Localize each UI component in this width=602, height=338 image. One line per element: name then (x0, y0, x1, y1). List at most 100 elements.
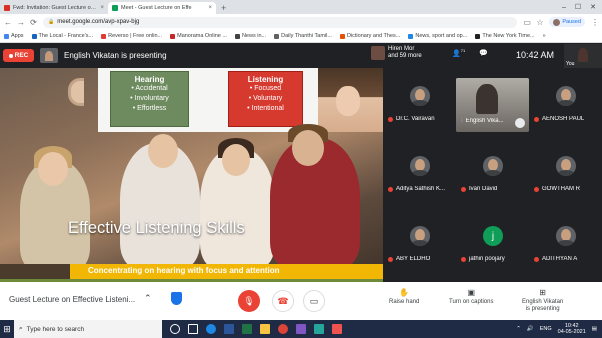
people-icon[interactable]: 👤71 (452, 48, 465, 57)
participant-tile[interactable]: AENOSH PAUL (529, 76, 602, 132)
close-tab-icon[interactable]: × (208, 5, 212, 11)
bookmark-item[interactable]: The New York Time... (475, 33, 535, 39)
window-controls: – ☐ ✕ (562, 0, 602, 14)
app-icon[interactable] (314, 324, 324, 334)
bookmark-label: News, sport and op... (415, 33, 468, 39)
avatar-body (485, 170, 501, 176)
bookmark-item[interactable]: Dictionary and Thes... (339, 33, 400, 39)
mic-off-button[interactable]: 🎙 (238, 290, 260, 312)
url-field[interactable]: 🔒 meet.google.com/avp-xpav-bjg (43, 16, 518, 28)
bookmark-item[interactable]: Reverso | Free onlin... (101, 33, 162, 39)
presenting-label-line1: English Vikatan (522, 299, 564, 305)
bookmark-favicon-icon (170, 33, 176, 39)
chevron-up-icon[interactable]: ⌃ (144, 293, 152, 304)
camera-icon[interactable]: ▭ (523, 18, 531, 27)
edge-icon[interactable] (206, 324, 216, 334)
presenter-label: English Vikatan is presenting (64, 51, 167, 60)
word-icon[interactable] (224, 324, 234, 334)
bookmark-label: Manorama Online ... (177, 33, 227, 39)
listening-box: Listening • Focused • Voluntary • Intent… (228, 71, 303, 127)
others-info[interactable]: Hiren Mor and 59 more (371, 46, 422, 60)
more-bookmarks-icon[interactable]: » (543, 33, 546, 39)
recording-badge[interactable]: REC (3, 49, 34, 62)
participant-tile[interactable]: ADITHYAN A (529, 216, 602, 272)
reload-icon[interactable]: ⟳ (30, 18, 37, 27)
others-name: Hiren Mor (388, 46, 415, 52)
raise-hand-button[interactable]: ✋ Raise hand (389, 289, 419, 306)
participant-name-row: ABY ELDHO (388, 256, 456, 262)
participant-tile[interactable]: j jathin poojary (456, 216, 529, 272)
task-switch-icon[interactable] (188, 324, 198, 334)
taskbar-search[interactable]: ⌕ Type here to search (14, 320, 162, 338)
profile-status: Paused (562, 19, 581, 25)
file-explorer-icon[interactable] (260, 324, 270, 334)
participant-tile[interactable]: ABY ELDHO (383, 216, 456, 272)
participant-name: ABY ELDHO (396, 256, 431, 262)
close-window-button[interactable]: ✕ (590, 3, 596, 11)
bookmarks-bar: Apps The Local - France's... Reverso | F… (0, 30, 602, 43)
tab-title: Fwd: Invitation: Guest Lecture on Ef (13, 5, 98, 11)
camera-button[interactable]: ▭ (303, 290, 325, 312)
notifications-icon[interactable]: ▤ (592, 326, 597, 332)
listening-item: • Voluntary (248, 95, 283, 102)
mic-off-icon (534, 116, 539, 122)
hearing-item: • Effortless (132, 105, 167, 112)
bookmark-favicon-icon (101, 33, 107, 39)
participant-tile[interactable]: Aditya Sathish K... (383, 146, 456, 202)
participant-tile[interactable]: ⁞ English Vika... (456, 78, 529, 132)
meet-favicon-icon (112, 5, 118, 11)
chat-icon[interactable]: 💬 (479, 49, 488, 57)
back-arrow-icon[interactable]: ← (4, 18, 12, 27)
avatar (553, 18, 561, 26)
close-tab-icon[interactable]: × (100, 5, 104, 11)
shield-icon[interactable] (171, 292, 182, 305)
self-view[interactable]: You (564, 44, 602, 68)
participant-name: English Vika... (465, 118, 504, 124)
windows-start-icon[interactable]: ⊞ (0, 320, 14, 338)
app-icon[interactable] (332, 324, 342, 334)
volume-icon[interactable]: 🔊 (527, 326, 534, 332)
bookmark-item[interactable]: The Local - France's... (31, 33, 93, 39)
slide-title: Effective Listening Skills (68, 219, 245, 237)
bookmark-item[interactable]: Manorama Online ... (170, 33, 227, 39)
meeting-title[interactable]: Guest Lecture on Effective Listeni... (9, 295, 135, 304)
tray-chevron-icon[interactable]: ⌃ (516, 326, 521, 332)
tab-meet[interactable]: Meet - Guest Lecture on Effe × (108, 2, 216, 14)
record-dot-icon (8, 53, 13, 58)
bookmark-item[interactable]: Daily Thanthi Tamil... (274, 33, 332, 39)
hearing-box: Hearing • Accidental • Involuntary • Eff… (110, 71, 189, 127)
tab-title: Meet - Guest Lecture on Effe (121, 5, 192, 11)
chrome-icon[interactable] (278, 324, 288, 334)
bookmark-favicon-icon (274, 33, 280, 39)
captions-button[interactable]: ▣ Turn on captions (449, 289, 493, 306)
participant-tile[interactable]: GOWTHAM R (529, 146, 602, 202)
leave-call-button[interactable]: ☎ (272, 290, 294, 312)
system-clock[interactable]: 10:42 04-05-2021 (558, 323, 586, 335)
menu-dots-icon[interactable]: ⋮ (591, 18, 599, 27)
star-icon[interactable]: ☆ (536, 18, 543, 27)
avatar-body (558, 100, 574, 106)
participant-tile[interactable]: Dr.C. Vairavan (383, 76, 456, 132)
forward-arrow-icon[interactable]: → (17, 18, 25, 27)
bookmark-item[interactable]: News in... (234, 33, 266, 39)
profile-button[interactable]: Paused (549, 17, 585, 27)
excel-icon[interactable] (242, 324, 252, 334)
bookmark-favicon-icon (234, 33, 240, 39)
mic-off-icon (388, 116, 393, 122)
participant-name: Aditya Sathish K... (396, 186, 446, 192)
language-indicator[interactable]: ENG (540, 326, 552, 332)
participant-tile[interactable]: Ivan David (456, 146, 529, 202)
participant-video-person (476, 84, 498, 114)
slide-photo-head (222, 144, 250, 176)
bookmark-apps[interactable]: Apps (4, 33, 24, 39)
participant-name: Dr.C. Vairavan (396, 116, 435, 122)
app-icon[interactable] (296, 324, 306, 334)
tab-gmail[interactable]: Fwd: Invitation: Guest Lecture on Ef × (0, 2, 108, 14)
maximize-button[interactable]: ☐ (575, 3, 581, 11)
presenting-button[interactable]: ⊞ English Vikatan is presenting (522, 289, 563, 313)
bookmark-item[interactable]: News, sport and op... (408, 33, 467, 39)
new-tab-button[interactable]: + (216, 2, 231, 14)
minimize-button[interactable]: – (562, 4, 566, 11)
camera-icon: ▭ (309, 295, 319, 306)
task-view-icon[interactable] (170, 324, 180, 334)
